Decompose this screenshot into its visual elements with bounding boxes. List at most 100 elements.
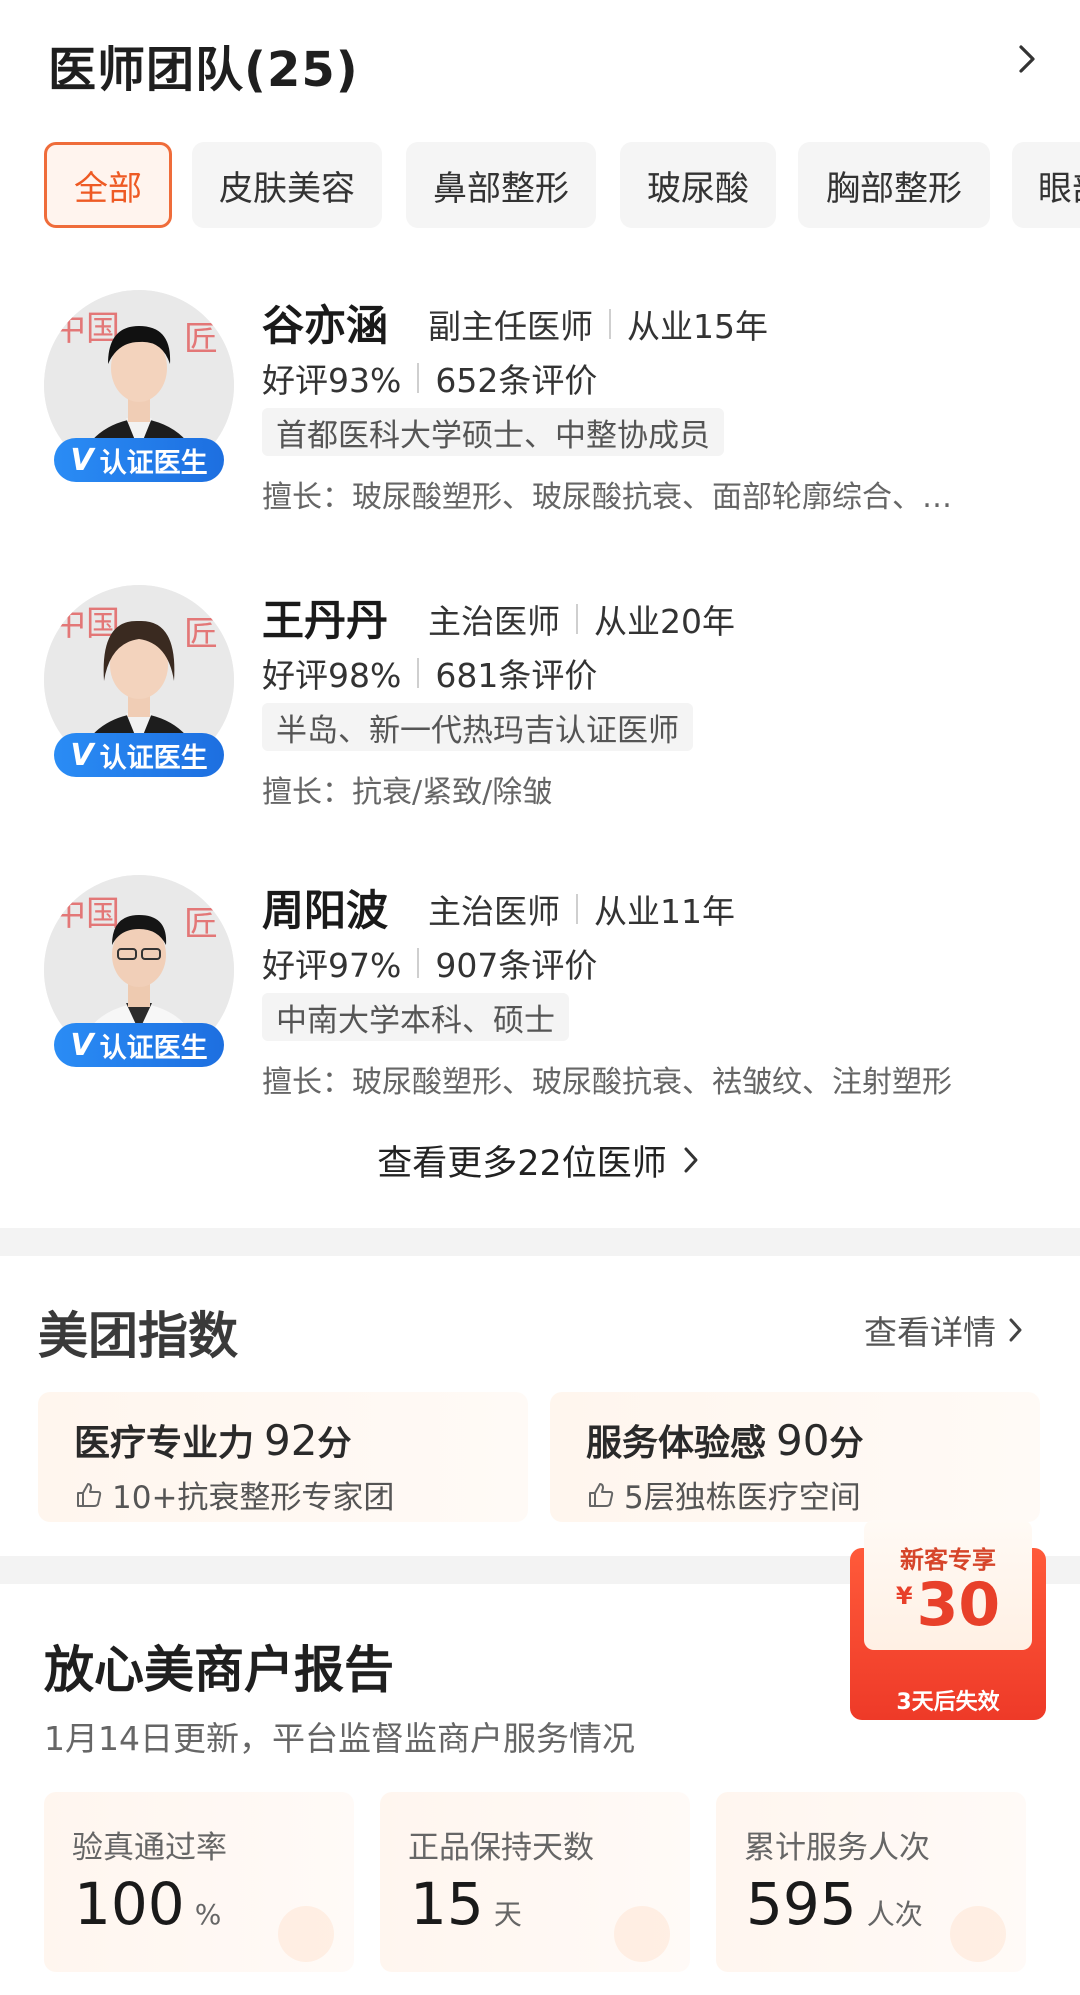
svg-text:中国: 中国 <box>52 894 120 934</box>
index-card-medical[interactable]: 医疗专业力 92分 10+抗衰整形专家团 <box>38 1392 528 1522</box>
stat-card-genuine-days: 正品保持天数 15 天 <box>380 1792 690 1972</box>
chevron-right-icon <box>1009 1318 1022 1342</box>
tab-breast[interactable]: 胸部整形 <box>798 142 990 228</box>
cert-label: 认证医生 <box>99 742 208 774</box>
stat-unit: 天 <box>493 1898 522 1931</box>
index-card-score: 90分 <box>776 1416 863 1465</box>
merchant-report-subtitle: 1月14日更新，平台监督监商户服务情况 <box>44 1719 635 1758</box>
decorative-icon <box>950 1906 1006 1962</box>
stat-card-verification: 验真通过率 100% <box>44 1792 354 1972</box>
stat-label: 正品保持天数 <box>408 1830 594 1866</box>
divider <box>417 948 420 978</box>
score-unit: 分 <box>317 1424 352 1464</box>
stat-value: 595 人次 <box>746 1870 923 1938</box>
index-card-sub: 5层独栋医疗空间 <box>586 1472 861 1517</box>
more-doctors-link[interactable]: 查看更多22位医师 <box>0 1130 1080 1190</box>
index-card-title: 服务体验感 90分 <box>586 1414 863 1466</box>
rating-percent: 好评98% <box>262 656 402 695</box>
tab-label: 全部 <box>74 168 142 209</box>
verified-v-icon: V <box>70 1027 94 1063</box>
coupon-amount: ¥30 <box>864 1570 1032 1640</box>
thumbs-up-icon <box>77 1482 102 1507</box>
coupon-value: 30 <box>916 1570 1001 1640</box>
doctor-years: 从业15年 <box>627 307 768 346</box>
stat-label: 验真通过率 <box>72 1830 227 1866</box>
tab-label: 玻尿酸 <box>647 168 749 209</box>
tab-eye[interactable]: 眼部 <box>1012 142 1080 228</box>
view-details-label: 查看详情 <box>864 1313 996 1352</box>
tab-nose[interactable]: 鼻部整形 <box>406 142 596 228</box>
review-count: 681条评价 <box>435 656 598 695</box>
section-divider <box>0 1228 1080 1256</box>
svg-text:中国: 中国 <box>52 309 120 349</box>
doctor-specialty: 擅长：玻尿酸塑形、玻尿酸抗衰、面部轮廓综合、… <box>262 480 952 515</box>
stat-value: 15 天 <box>410 1870 522 1938</box>
divider <box>417 363 420 393</box>
doctor-meta: 主治医师 从业11年 <box>428 885 735 933</box>
team-header[interactable]: 医师团队(25) <box>0 0 1080 130</box>
review-count: 907条评价 <box>435 946 598 985</box>
chevron-right-icon[interactable] <box>1010 42 1044 76</box>
stat-number: 595 <box>746 1870 857 1938</box>
rating-percent: 好评97% <box>262 946 402 985</box>
doctor-name: 周阳波 <box>262 886 389 935</box>
doctor-specialty: 擅长：玻尿酸塑形、玻尿酸抗衰、祛皱纹、注射塑形 <box>262 1065 952 1100</box>
merchant-report-title: 放心美商户报告 <box>44 1641 394 1699</box>
svg-text:匠: 匠 <box>184 904 218 944</box>
svg-text:匠: 匠 <box>184 319 218 359</box>
tab-label: 皮肤美容 <box>219 168 355 209</box>
view-details-link[interactable]: 查看详情 <box>864 1306 1026 1354</box>
index-card-sub-text: 5层独栋医疗空间 <box>624 1480 861 1516</box>
doctor-credential-tag: 首都医科大学硕士、中整协成员 <box>262 408 724 456</box>
score-value: 92 <box>264 1416 318 1465</box>
doctor-name: 王丹丹 <box>262 596 389 645</box>
svg-text:匠: 匠 <box>184 614 218 654</box>
chevron-right-icon <box>684 1147 698 1173</box>
index-card-sub: 10+抗衰整形专家团 <box>74 1472 394 1517</box>
score-value: 90 <box>776 1416 830 1465</box>
divider <box>576 604 578 634</box>
meituan-index-title: 美团指数 <box>38 1307 238 1365</box>
index-card-label: 服务体验感 <box>586 1423 767 1464</box>
index-card-sub-text: 10+抗衰整形专家团 <box>112 1480 395 1516</box>
stat-label: 累计服务人次 <box>744 1830 930 1866</box>
doctor-name: 谷亦涵 <box>262 301 389 350</box>
doctor-title: 主治医师 <box>428 602 560 641</box>
doctor-rating: 好评98% 681条评价 <box>262 649 597 697</box>
divider <box>417 658 420 688</box>
tab-hyaluronic[interactable]: 玻尿酸 <box>620 142 776 228</box>
team-title: 医师团队(25) <box>48 42 359 98</box>
thumbs-up-icon <box>589 1482 614 1507</box>
tab-skin-beauty[interactable]: 皮肤美容 <box>192 142 382 228</box>
decorative-icon <box>278 1906 334 1962</box>
certified-doctor-badge: V 认证医生 <box>54 1023 224 1067</box>
doctor-card[interactable]: 中国 匠 V 认证医生 周阳波 主治医师 从业11年 好评97% 907条评价 … <box>0 867 1080 1137</box>
coupon-card: 新客专享 ¥30 <box>864 1520 1032 1650</box>
avatar: 中国 匠 V 认证医生 <box>44 585 234 785</box>
avatar: 中国 匠 V 认证医生 <box>44 875 234 1075</box>
divider <box>609 309 611 339</box>
review-count: 652条评价 <box>435 361 598 400</box>
tab-label: 鼻部整形 <box>433 168 569 209</box>
doctor-card[interactable]: 中国 匠 V 认证医生 谷亦涵 副主任医师 从业15年 好评93% 652条评价… <box>0 282 1080 552</box>
cert-label: 认证医生 <box>99 447 208 479</box>
index-card-title: 医疗专业力 92分 <box>74 1414 351 1466</box>
index-card-service[interactable]: 服务体验感 90分 5层独栋医疗空间 <box>550 1392 1040 1522</box>
tab-label: 胸部整形 <box>826 168 962 209</box>
score-unit: 分 <box>829 1424 864 1464</box>
currency-symbol: ¥ <box>895 1582 913 1610</box>
certified-doctor-badge: V 认证医生 <box>54 733 224 777</box>
doctor-years: 从业20年 <box>594 602 735 641</box>
tab-all[interactable]: 全部 <box>44 142 172 228</box>
new-customer-coupon[interactable]: 新客专享 ¥30 3天后失效 <box>850 1520 1046 1720</box>
stat-card-service-count: 累计服务人次 595 人次 <box>716 1792 1026 1972</box>
stat-unit: % <box>194 1898 222 1931</box>
doctor-years: 从业11年 <box>594 892 735 931</box>
coupon-expiry: 3天后失效 <box>896 1690 1000 1715</box>
decorative-icon <box>614 1906 670 1962</box>
doctor-card[interactable]: 中国 匠 V 认证医生 王丹丹 主治医师 从业20年 好评98% 681条评价 … <box>0 577 1080 847</box>
index-card-label: 医疗专业力 <box>74 1423 255 1464</box>
doctor-meta: 副主任医师 从业15年 <box>428 300 768 348</box>
tab-label: 眼部 <box>1038 168 1080 209</box>
doctor-title: 副主任医师 <box>428 307 593 346</box>
